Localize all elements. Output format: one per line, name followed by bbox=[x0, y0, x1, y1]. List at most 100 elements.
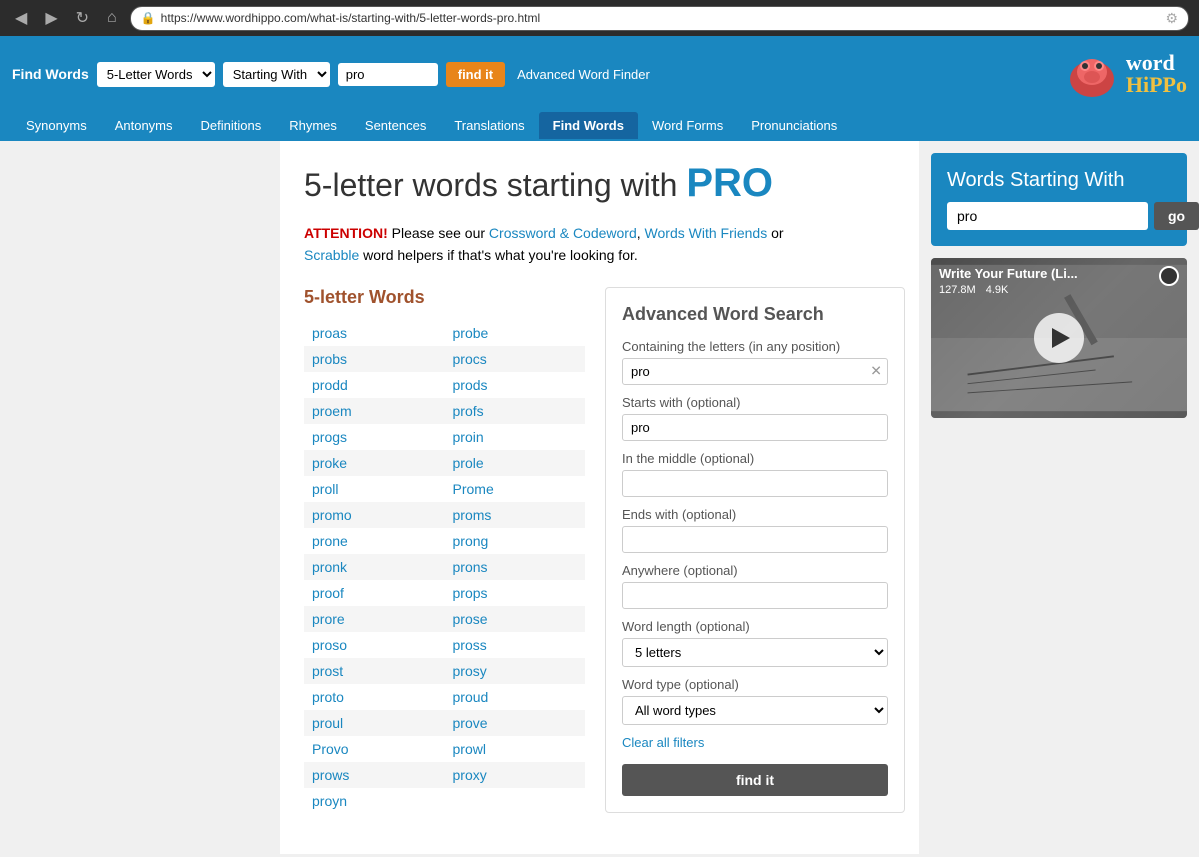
word-item[interactable]: prole bbox=[445, 450, 586, 476]
word-item[interactable]: prows bbox=[304, 762, 445, 788]
section-title: 5-letter Words bbox=[304, 287, 585, 308]
ends-with-label: Ends with (optional) bbox=[622, 507, 888, 522]
filter-type-select[interactable]: Starting With Ending With Containing bbox=[223, 62, 330, 87]
letter-count-select[interactable]: 5-Letter Words 3-Letter Words 4-Letter W… bbox=[97, 62, 215, 87]
url-text: https://www.wordhippo.com/what-is/starti… bbox=[161, 11, 540, 25]
word-item[interactable]: proul bbox=[304, 710, 445, 736]
word-type-label: Word type (optional) bbox=[622, 677, 888, 692]
word-item[interactable]: prost bbox=[304, 658, 445, 684]
page-title-highlight: PRO bbox=[686, 161, 773, 205]
logo-word1: word bbox=[1126, 52, 1187, 74]
word-item[interactable]: prowl bbox=[445, 736, 586, 762]
nav-word-forms[interactable]: Word Forms bbox=[638, 112, 737, 139]
video-info: Write Your Future (Li... 127.8M 4.9K bbox=[939, 266, 1078, 296]
right-sidebar: Words Starting With go Write Your Future… bbox=[919, 141, 1199, 854]
word-item[interactable]: proll bbox=[304, 476, 445, 502]
word-item-last[interactable]: proyn bbox=[304, 788, 585, 814]
find-words-label: Find Words bbox=[12, 66, 89, 82]
middle-input[interactable] bbox=[622, 470, 888, 497]
attention-text1: Please see our bbox=[392, 225, 489, 241]
word-item[interactable]: proin bbox=[445, 424, 586, 450]
containing-input[interactable] bbox=[622, 358, 888, 385]
refresh-button[interactable]: ↻ bbox=[71, 6, 94, 30]
word-item[interactable]: probe bbox=[445, 320, 586, 346]
url-bar[interactable]: 🔒 https://www.wordhippo.com/what-is/star… bbox=[130, 6, 1189, 31]
top-nav: Find Words 5-Letter Words 3-Letter Words… bbox=[0, 36, 1199, 112]
word-item[interactable]: proms bbox=[445, 502, 586, 528]
find-it-button[interactable]: find it bbox=[446, 62, 505, 87]
word-item[interactable]: proud bbox=[445, 684, 586, 710]
word-item[interactable]: probs bbox=[304, 346, 445, 372]
words-starting-box: Words Starting With go bbox=[931, 153, 1187, 246]
forward-button[interactable]: ▶ bbox=[40, 6, 62, 30]
logo-text: word HiPPo bbox=[1126, 52, 1187, 96]
word-item[interactable]: proof bbox=[304, 580, 445, 606]
nav-sentences[interactable]: Sentences bbox=[351, 112, 440, 139]
clear-containing-icon[interactable]: ✕ bbox=[870, 363, 882, 380]
nav-find-words[interactable]: Find Words bbox=[539, 112, 638, 139]
word-item[interactable]: proas bbox=[304, 320, 445, 346]
word-item[interactable]: prons bbox=[445, 554, 586, 580]
words-section: 5-letter Words proasprobeprobsprocsprodd… bbox=[304, 287, 585, 834]
word-item[interactable]: procs bbox=[445, 346, 586, 372]
word-item[interactable]: prods bbox=[445, 372, 586, 398]
word-grid: proasprobeprobsprocsproddprodsproemprofs… bbox=[304, 320, 585, 814]
attention-text2: or bbox=[771, 225, 783, 241]
clear-filters-link[interactable]: Clear all filters bbox=[622, 735, 704, 750]
ends-with-input[interactable] bbox=[622, 526, 888, 553]
advanced-word-finder-link[interactable]: Advanced Word Finder bbox=[517, 67, 650, 82]
nav-pronunciations[interactable]: Pronunciations bbox=[737, 112, 851, 139]
words-starting-title: Words Starting With bbox=[947, 169, 1171, 192]
video-channel-icon bbox=[1159, 266, 1179, 286]
nav-rhymes[interactable]: Rhymes bbox=[275, 112, 351, 139]
word-item[interactable]: promo bbox=[304, 502, 445, 528]
word-item[interactable]: profs bbox=[445, 398, 586, 424]
word-item[interactable]: pross bbox=[445, 632, 586, 658]
word-length-select[interactable]: Any length 3 letters 4 letters 5 letters… bbox=[622, 638, 888, 667]
word-type-select[interactable]: All word types Nouns Verbs Adjectives Ad… bbox=[622, 696, 888, 725]
anywhere-input[interactable] bbox=[622, 582, 888, 609]
words-starting-input[interactable] bbox=[947, 202, 1148, 230]
main-layout: 5-letter words starting with PRO ATTENTI… bbox=[0, 141, 1199, 854]
browser-bar: ◀ ▶ ↻ ⌂ 🔒 https://www.wordhippo.com/what… bbox=[0, 0, 1199, 36]
word-item[interactable]: prove bbox=[445, 710, 586, 736]
word-item[interactable]: prosy bbox=[445, 658, 586, 684]
word-item[interactable]: progs bbox=[304, 424, 445, 450]
middle-label: In the middle (optional) bbox=[622, 451, 888, 466]
crossword-link[interactable]: Crossword & Codeword bbox=[489, 225, 637, 241]
words-with-friends-link[interactable]: Words With Friends bbox=[645, 225, 768, 241]
word-item[interactable]: pronk bbox=[304, 554, 445, 580]
starts-with-input[interactable] bbox=[622, 414, 888, 441]
attention-text3: word helpers if that's what you're looki… bbox=[363, 247, 638, 263]
attention-box: ATTENTION! Please see our Crossword & Co… bbox=[304, 222, 895, 267]
nav-synonyms[interactable]: Synonyms bbox=[12, 112, 101, 139]
home-button[interactable]: ⌂ bbox=[102, 7, 122, 29]
nav-definitions[interactable]: Definitions bbox=[187, 112, 276, 139]
word-item[interactable]: prodd bbox=[304, 372, 445, 398]
advanced-panel-title: Advanced Word Search bbox=[622, 304, 888, 325]
word-item[interactable]: proso bbox=[304, 632, 445, 658]
word-item[interactable]: proxy bbox=[445, 762, 586, 788]
word-item[interactable]: prone bbox=[304, 528, 445, 554]
word-item[interactable]: prore bbox=[304, 606, 445, 632]
word-item[interactable]: proto bbox=[304, 684, 445, 710]
logo-word2: HiPPo bbox=[1126, 74, 1187, 96]
word-item[interactable]: proke bbox=[304, 450, 445, 476]
nav-antonyms[interactable]: Antonyms bbox=[101, 112, 187, 139]
word-item[interactable]: props bbox=[445, 580, 586, 606]
nav-translations[interactable]: Translations bbox=[440, 112, 538, 139]
video-play-button[interactable] bbox=[1034, 313, 1084, 363]
video-thumbnail[interactable]: Write Your Future (Li... 127.8M 4.9K bbox=[931, 258, 1187, 418]
word-item[interactable]: prose bbox=[445, 606, 586, 632]
word-item[interactable]: proem bbox=[304, 398, 445, 424]
back-button[interactable]: ◀ bbox=[10, 6, 32, 30]
word-item[interactable]: Prome bbox=[445, 476, 586, 502]
scrabble-link[interactable]: Scrabble bbox=[304, 247, 359, 263]
anywhere-label: Anywhere (optional) bbox=[622, 563, 888, 578]
word-item[interactable]: Provo bbox=[304, 736, 445, 762]
advanced-search-section: Advanced Word Search Containing the lett… bbox=[585, 287, 895, 834]
advanced-find-it-button[interactable]: find it bbox=[622, 764, 888, 796]
search-input[interactable] bbox=[338, 63, 438, 86]
words-starting-go-button[interactable]: go bbox=[1154, 202, 1199, 230]
word-item[interactable]: prong bbox=[445, 528, 586, 554]
